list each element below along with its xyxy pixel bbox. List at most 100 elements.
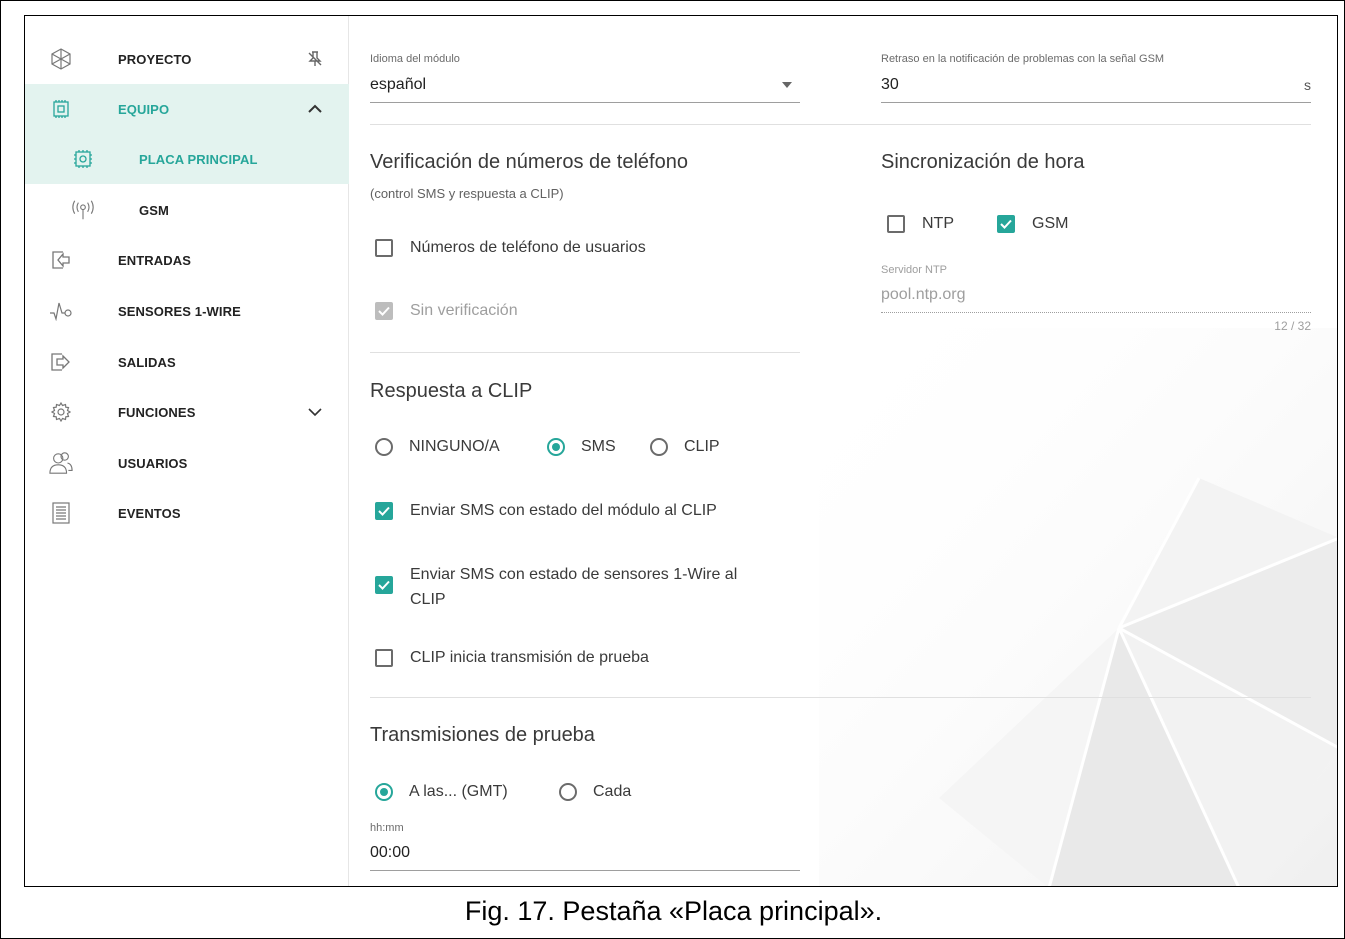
gsm-checkbox[interactable]: GSM [997,215,1068,233]
radio-circle-selected [375,783,393,801]
ntp-server-counter: 12 / 32 [1274,319,1311,333]
sidebar-item-eventos[interactable]: EVENTOS [25,488,349,538]
sidebar-item-salidas[interactable]: SALIDAS [25,337,349,387]
sidebar-item-placa-principal[interactable]: PLACA PRINCIPAL [25,134,349,184]
divider [370,697,1311,698]
send-sensors-label-line1: Enviar SMS con estado de sensores 1-Wire… [410,566,738,583]
checkbox-check-icon [375,502,393,520]
checkbox-check-icon [375,302,393,320]
sidebar-item-proyecto[interactable]: PROYECTO [25,34,349,84]
board-icon [71,147,95,171]
radio-none-label: NINGUNO/A [409,438,500,455]
divider [370,352,800,353]
divider [370,124,1311,125]
sidebar-item-label: SENSORES 1-WIRE [118,303,241,319]
ntp-server-label: Servidor NTP [881,264,948,276]
chevron-down-icon[interactable] [305,402,325,422]
no-verification-checkbox[interactable]: Sin verificación [375,302,518,320]
radio-circle [650,438,668,456]
sidebar-item-label: GSM [139,202,169,218]
verification-title: Verificación de números de teléfono [370,151,688,173]
radio-clip[interactable]: CLIP [650,438,720,456]
sensor-icon [49,299,73,323]
gsm-delay-value: 30 [881,76,899,93]
sidebar: PROYECTO EQUIPO PLACA PRINCIPAL GSM ENTR… [25,16,349,886]
clip-test-label: CLIP inicia transmisión de prueba [410,649,649,666]
sidebar-item-label: EQUIPO [118,101,170,117]
time-value: 00:00 [370,844,411,861]
checkbox-box [375,239,393,257]
sidebar-item-label: EVENTOS [118,505,181,521]
ntp-server-input: pool.ntp.org [881,284,1311,312]
radio-none[interactable]: NINGUNO/A [375,438,500,456]
sidebar-item-label: PLACA PRINCIPAL [139,151,258,167]
sidebar-item-equipo[interactable]: EQUIPO [25,84,349,134]
tests-title: Transmisiones de prueba [370,724,595,746]
language-underline [370,102,800,103]
checkbox-check-icon [375,576,393,594]
radio-clip-label: CLIP [684,438,720,455]
antenna-icon [71,198,95,222]
send-sensors-label: Enviar SMS con estado de sensores 1-Wire… [410,562,737,612]
sidebar-item-label: SALIDAS [118,354,176,370]
gsm-delay-unit: s [1304,77,1311,93]
radio-every-label: Cada [593,783,632,800]
chevron-up-icon[interactable] [305,99,325,119]
user-numbers-label: Números de teléfono de usuarios [410,239,646,256]
time-underline [370,870,800,871]
sidebar-item-sensores[interactable]: SENSORES 1-WIRE [25,286,349,336]
time-input[interactable]: 00:00 [370,842,800,870]
gsm-delay-input[interactable]: 30 s [881,74,1311,102]
language-value: español [370,76,427,93]
output-icon [49,350,73,374]
radio-sms[interactable]: SMS [547,438,616,456]
background-decoration [819,328,1337,886]
send-state-label: Enviar SMS con estado del módulo al CLIP [410,502,717,519]
app-screen: PROYECTO EQUIPO PLACA PRINCIPAL GSM ENTR… [24,15,1338,887]
sidebar-item-label: PROYECTO [118,51,192,67]
gsm-delay-label: Retraso en la notificación de problemas … [881,53,1165,65]
figure-caption: Fig. 17. Pestaña «Placa principal». [464,896,883,926]
sidebar-item-entradas[interactable]: ENTRADAS [25,235,349,285]
radio-at[interactable]: A las... (GMT) [375,783,508,801]
sidebar-item-label: ENTRADAS [118,252,192,268]
sidebar-item-label: FUNCIONES [118,404,196,420]
checkbox-check-icon [997,215,1015,233]
language-select[interactable]: español [370,74,800,102]
gear-icon [49,400,73,424]
radio-circle [375,438,393,456]
user-numbers-checkbox[interactable]: Números de teléfono de usuarios [375,239,646,257]
sidebar-item-label: USUARIOS [118,455,188,471]
sidebar-item-usuarios[interactable]: USUARIOS [25,438,349,488]
figure-frame: PROYECTO EQUIPO PLACA PRINCIPAL GSM ENTR… [0,0,1345,939]
dropdown-arrow-icon [782,82,792,88]
checkbox-box [375,649,393,667]
send-sensors-checkbox[interactable]: Enviar SMS con estado de sensores 1-Wire… [375,562,737,612]
radio-circle [559,783,577,801]
checkbox-box [887,215,905,233]
input-icon [49,248,73,272]
send-sensors-label-line2: CLIP [410,591,446,608]
users-icon [49,451,73,475]
main-panel: Idioma del módulo español Retraso en la … [350,16,1337,886]
radio-every[interactable]: Cada [559,783,631,801]
sidebar-item-funciones[interactable]: FUNCIONES [25,387,349,437]
radio-circle-selected [547,438,565,456]
gsm-delay-underline [881,102,1311,103]
ntp-server-value: pool.ntp.org [881,286,966,303]
verification-subtitle: (control SMS y respuesta a CLIP) [370,186,564,201]
chip-icon [49,97,73,121]
log-icon [49,501,73,525]
send-state-checkbox[interactable]: Enviar SMS con estado del módulo al CLIP [375,502,717,520]
sidebar-item-gsm[interactable]: GSM [25,185,349,235]
time-label: hh:mm [370,822,404,834]
sync-title: Sincronización de hora [881,151,1085,173]
project-icon [49,47,73,71]
no-verification-label: Sin verificación [410,302,518,319]
pin-off-icon[interactable] [305,49,325,69]
clip-test-checkbox[interactable]: CLIP inicia transmisión de prueba [375,649,649,667]
ntp-server-underline [881,312,1311,313]
gsm-label: GSM [1032,215,1069,232]
language-label: Idioma del módulo [370,53,460,65]
ntp-checkbox[interactable]: NTP [887,215,954,233]
